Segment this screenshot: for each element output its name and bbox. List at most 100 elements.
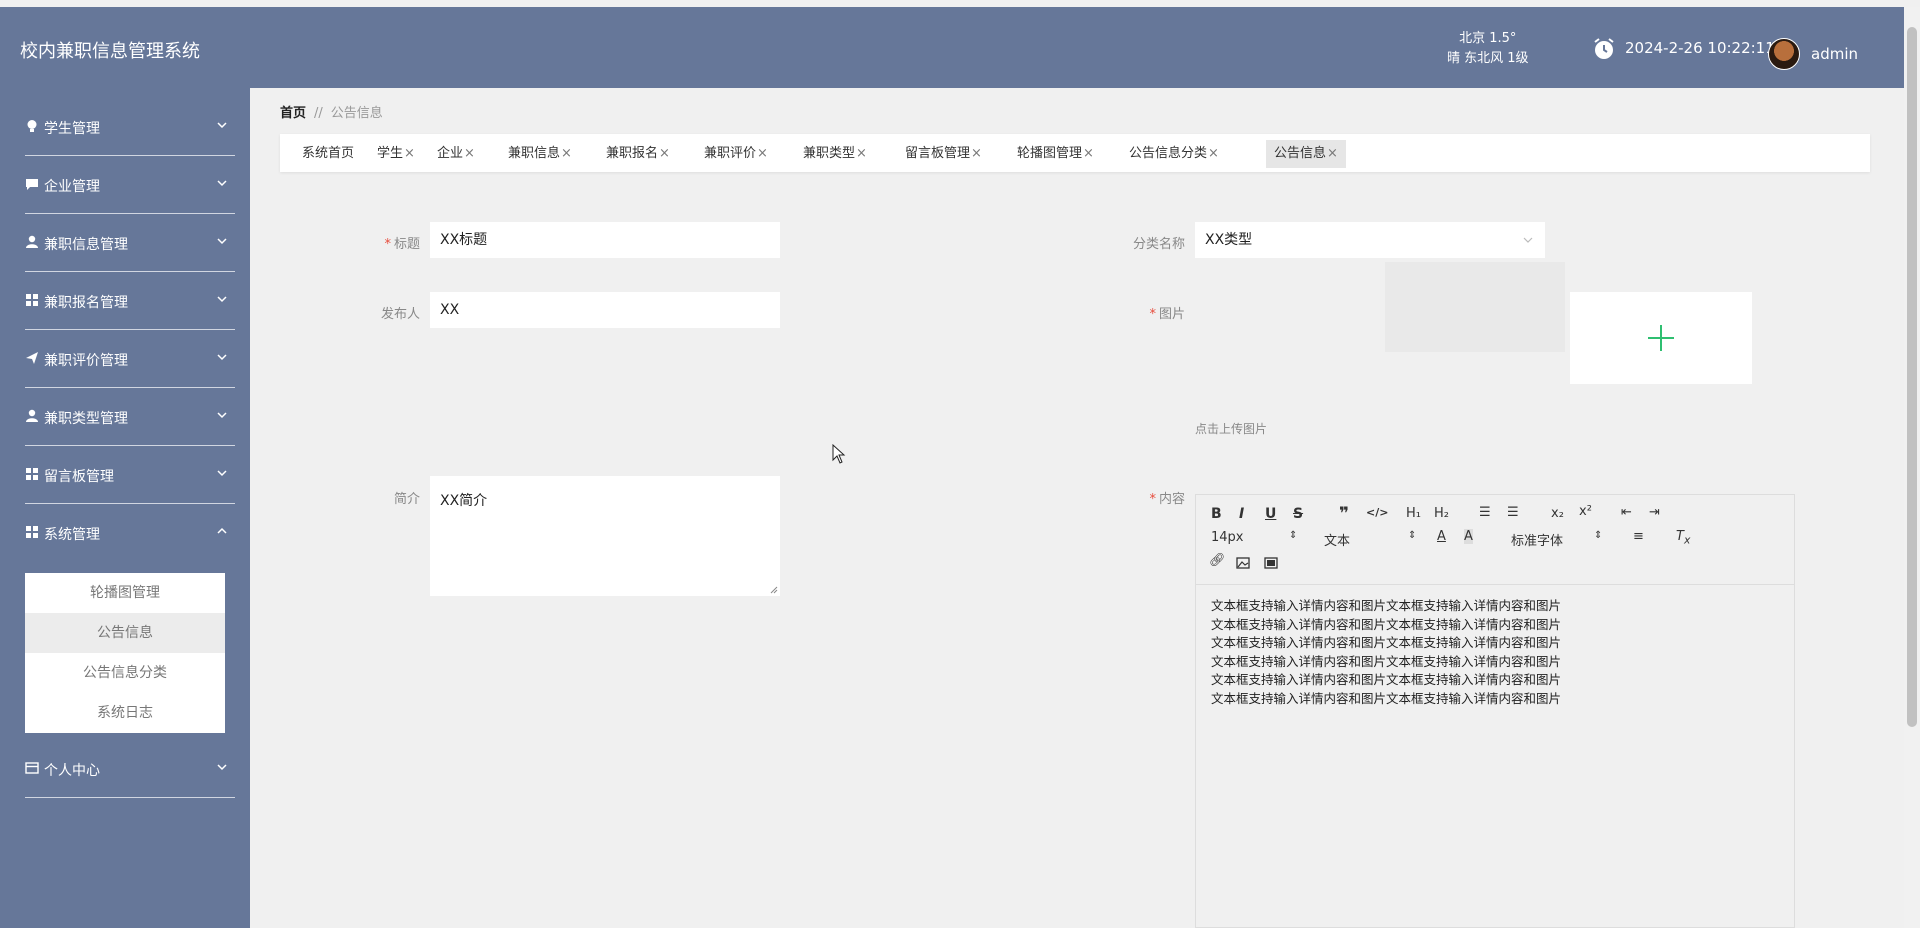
text-type-select[interactable]: 文本 [1324,530,1350,549]
tab-job-review[interactable]: 兼职评价× [696,140,776,168]
heading1-button[interactable]: H₁ [1406,506,1421,521]
close-icon[interactable]: × [757,146,768,161]
italic-button[interactable]: I [1239,506,1244,522]
sidebar-item-job-type[interactable]: 兼职类型管理 [0,388,250,446]
indent-icon[interactable]: ⇥ [1649,505,1660,520]
tab-job-type[interactable]: 兼职类型× [795,140,875,168]
weather-temp: 北京 1.5° [1459,31,1517,46]
close-icon[interactable]: × [404,146,415,161]
close-icon[interactable]: × [659,146,670,161]
chevron-updown-icon: ⇕ [1594,530,1603,541]
tab-notice[interactable]: 公告信息× [1266,140,1346,168]
intro-textarea[interactable]: XX简介 [430,476,780,596]
strike-button[interactable]: S [1293,506,1303,522]
lightbulb-icon [27,120,37,132]
submenu-item-carousel[interactable]: 轮播图管理 [25,573,225,613]
close-icon[interactable]: × [561,146,572,161]
publisher-input[interactable]: XX [430,292,780,328]
tab-job-signup[interactable]: 兼职报名× [598,140,678,168]
background-color-button[interactable]: A [1464,529,1473,544]
video-icon[interactable] [1264,557,1278,569]
underline-button[interactable]: U [1265,506,1276,522]
close-icon[interactable]: × [1327,146,1338,161]
image-upload-button[interactable] [1570,292,1752,384]
avatar[interactable] [1768,38,1800,70]
font-color-button[interactable]: A [1437,529,1446,544]
tab-enterprise[interactable]: 企业× [429,140,483,168]
outdent-icon[interactable]: ⇤ [1621,505,1632,520]
tab-message-board[interactable]: 留言板管理× [897,140,990,168]
resize-handle-icon[interactable] [770,586,778,594]
subscript-button[interactable]: x₂ [1551,506,1564,521]
chevron-updown-icon: ⇕ [1289,530,1298,541]
sidebar-item-job-signup[interactable]: 兼职报名管理 [0,272,250,330]
bullet-list-icon[interactable]: ☰ [1507,505,1519,520]
tab-label: 兼职类型 [803,146,856,161]
sidebar-item-system[interactable]: 系统管理 [0,504,250,564]
code-icon[interactable]: </> [1366,506,1388,519]
font-family-select[interactable]: 标准字体 [1511,530,1563,549]
sidebar-item-personal-center[interactable]: 个人中心 [0,740,250,798]
chevron-down-icon [217,412,227,419]
weather-widget: 北京 1.5° 晴 东北风 1级 [1447,29,1529,69]
tab-student[interactable]: 学生× [369,140,423,168]
bold-button[interactable]: B [1211,506,1222,522]
category-select-value: XX类型 [1205,232,1253,248]
scrollbar-thumb[interactable] [1907,27,1917,727]
category-select[interactable]: XX类型 [1195,222,1545,258]
close-icon[interactable]: × [464,146,475,161]
chevron-down-icon [217,296,227,303]
sidebar-item-job-info[interactable]: 兼职信息管理 [0,214,250,272]
align-icon[interactable]: ≡ [1633,529,1644,544]
ordered-list-icon[interactable]: ☰ [1479,505,1491,520]
clear-format-icon[interactable]: Tx [1676,529,1690,547]
tab-notice-category[interactable]: 公告信息分类× [1121,140,1227,168]
submenu-item-system-log[interactable]: 系统日志 [25,693,225,733]
image-icon[interactable] [1236,557,1250,569]
quote-icon[interactable]: ❞ [1339,504,1349,524]
submenu-item-notice-category[interactable]: 公告信息分类 [25,653,225,693]
tab-carousel[interactable]: 轮播图管理× [1009,140,1102,168]
content-line: 文本框支持输入详情内容和图片文本框支持输入详情内容和图片 [1211,653,1562,669]
title-label: * 标题 [360,233,420,252]
editor-content[interactable]: 文本框支持输入详情内容和图片文本框支持输入详情内容和图片 文本框支持输入详情内容… [1211,597,1781,708]
sidebar-item-enterprise[interactable]: 企业管理 [0,156,250,214]
title-input[interactable]: XX标题 [430,222,780,258]
sidebar-item-label: 个人中心 [44,763,100,779]
chevron-down-icon [217,764,227,771]
close-icon[interactable]: × [1083,146,1094,161]
app-title: 校内兼职信息管理系统 [20,41,200,62]
username[interactable]: admin [1811,45,1858,63]
sidebar-item-message-board[interactable]: 留言板管理 [0,446,250,504]
grid-icon [26,526,38,538]
sidebar-item-student[interactable]: 学生管理 [0,98,250,156]
page-scrollbar[interactable] [1904,7,1920,928]
close-icon[interactable]: × [856,146,867,161]
chevron-updown-icon: ⇕ [1408,530,1417,541]
card-icon [25,762,39,774]
font-size-select[interactable]: 14px [1211,530,1244,545]
submenu-item-notice[interactable]: 公告信息 [25,613,225,653]
sidebar-item-job-review[interactable]: 兼职评价管理 [0,330,250,388]
required-mark: * [1149,307,1156,322]
tab-job-info[interactable]: 兼职信息× [500,140,580,168]
divider [25,797,235,798]
close-icon[interactable]: × [1208,146,1219,161]
close-icon[interactable]: × [971,146,982,161]
tab-label: 兼职信息 [508,146,561,161]
tab-label: 学生 [377,146,404,161]
publisher-label: 发布人 [380,307,420,322]
tab-label: 公告信息分类 [1129,146,1208,161]
grid-icon [26,468,38,480]
breadcrumb-home[interactable]: 首页 [280,106,306,121]
rich-text-editor: B I U S ❞ </> H₁ H₂ ☰ ☰ x₂ x² ⇤ ⇥ 14px ⇕… [1195,494,1795,928]
superscript-button[interactable]: x² [1579,504,1592,519]
tab-system-home[interactable]: 系统首页 [294,140,362,168]
sidebar-item-label: 企业管理 [44,179,100,195]
system-submenu: 轮播图管理 公告信息 公告信息分类 系统日志 [25,573,225,733]
content-label: * 内容 [1100,488,1185,507]
link-icon[interactable]: 🔗︎ [1209,553,1226,568]
heading2-button[interactable]: H₂ [1434,506,1449,521]
weather-desc: 晴 东北风 1级 [1447,51,1529,66]
content-line: 文本框支持输入详情内容和图片文本框支持输入详情内容和图片 [1211,635,1562,650]
